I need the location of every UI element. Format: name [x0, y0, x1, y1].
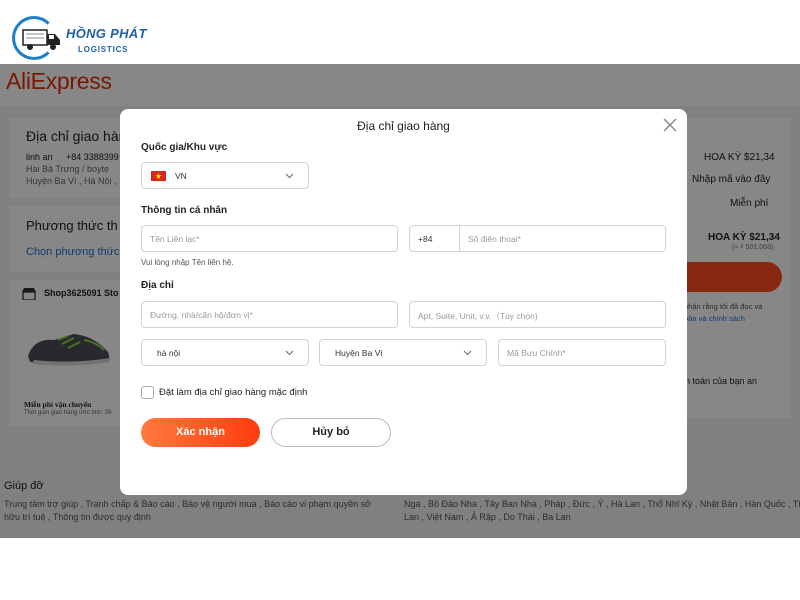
brand-subtitle: LOGISTICS [78, 45, 129, 54]
phone-country-code[interactable]: +84 [418, 234, 432, 244]
close-icon[interactable] [663, 118, 677, 132]
contact-name-input[interactable]: Tên Liên lạc* [141, 225, 398, 252]
district-select[interactable]: Huyện Ba Vì [319, 339, 487, 366]
phone-field[interactable]: +84 Số điện thoại* [409, 225, 666, 252]
screenshot-stage: HỒNG PHÁT LOGISTICS AliExpress Địa chỉ g… [0, 0, 800, 600]
default-address-checkbox[interactable] [141, 386, 154, 399]
default-address-label[interactable]: Đặt làm địa chỉ giao hàng mặc định [159, 387, 307, 398]
phone-divider [459, 226, 460, 251]
vietnam-flag-icon [151, 171, 166, 181]
chevron-down-icon [285, 173, 294, 179]
country-select[interactable]: VN [141, 162, 309, 189]
postal-code-input[interactable]: Mã Bưu Chính* [498, 339, 666, 366]
street-input[interactable]: Đường, nhà/căn hộ/đơn vị* [141, 301, 398, 328]
country-section-label: Quốc gia/Khu vực [141, 142, 228, 153]
cancel-button[interactable]: Hủy bỏ [271, 418, 391, 447]
confirm-button[interactable]: Xác nhận [141, 418, 260, 447]
contact-name-placeholder: Tên Liên lạc* [150, 234, 200, 244]
postal-code-placeholder: Mã Bưu Chính* [507, 348, 566, 358]
flag-star-icon [155, 173, 162, 179]
province-select[interactable]: hà nội [141, 339, 309, 366]
address-section-label: Địa chỉ [141, 280, 174, 291]
dialog-title: Địa chỉ giao hàng [357, 119, 450, 133]
contact-name-helper: Vui lòng nhập Tên liên hệ. [141, 258, 234, 267]
apartment-placeholder: Apt, Suite, Unit, v.v.（Tùy chọn) [418, 311, 538, 321]
country-value: VN [175, 171, 187, 181]
chevron-down-icon [285, 350, 294, 356]
truck-icon [22, 29, 60, 50]
phone-placeholder: Số điện thoại* [468, 234, 521, 244]
watermark-band: HỒNG PHÁT LOGISTICS [0, 0, 800, 64]
bottom-blank-area [0, 538, 800, 600]
brand-name: HỒNG PHÁT [66, 26, 147, 41]
chevron-down-icon [463, 350, 472, 356]
shipping-address-dialog: Địa chỉ giao hàng Quốc gia/Khu vực VN Th… [120, 109, 687, 495]
district-value: Huyện Ba Vì [335, 348, 383, 358]
personal-info-label: Thông tin cá nhân [141, 205, 228, 216]
province-value: hà nội [157, 348, 181, 358]
street-placeholder: Đường, nhà/căn hộ/đơn vị* [150, 310, 253, 320]
hong-phat-logo: HỒNG PHÁT LOGISTICS [12, 14, 162, 62]
apartment-input[interactable]: Apt, Suite, Unit, v.v.（Tùy chọn) [409, 301, 666, 328]
